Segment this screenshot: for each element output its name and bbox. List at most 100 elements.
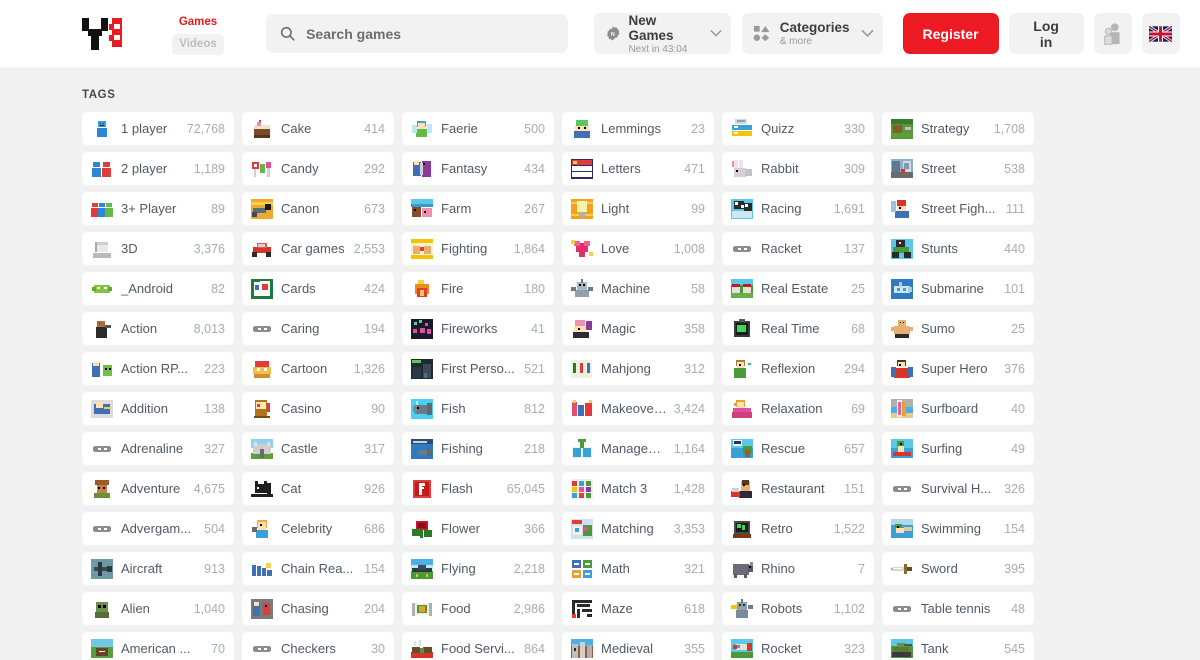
categories-dropdown[interactable]: Categories & more — [741, 13, 883, 54]
categories-sublabel: & more — [779, 36, 812, 47]
tag-item[interactable]: Checkers 30 — [242, 632, 394, 660]
tag-item[interactable]: Fantasy 434 — [402, 152, 554, 185]
tag-item[interactable]: Magic 358 — [562, 312, 714, 345]
tag-item[interactable]: Alien 1,040 — [82, 592, 234, 625]
tag-item[interactable]: Relaxation 69 — [722, 392, 874, 425]
tag-item[interactable]: Adventure 4,675 — [82, 472, 234, 505]
tag-item[interactable]: Action 8,013 — [82, 312, 234, 345]
tag-item[interactable]: American ... 70 — [82, 632, 234, 660]
tag-item[interactable]: Stunts 440 — [882, 232, 1034, 265]
tag-item[interactable]: Racket 137 — [722, 232, 874, 265]
tag-item[interactable]: Sumo 25 — [882, 312, 1034, 345]
tag-item[interactable]: Letters 471 — [562, 152, 714, 185]
new-games-dropdown[interactable]: N New Games Next in 43:04 — [593, 13, 731, 55]
tag-item[interactable]: Flying 2,218 — [402, 552, 554, 585]
tag-item[interactable]: 1 player 72,768 — [82, 112, 234, 145]
tag-item[interactable]: 3D 3,376 — [82, 232, 234, 265]
tag-item[interactable]: Maze 618 — [562, 592, 714, 625]
tag-item[interactable]: Food 2,986 — [402, 592, 554, 625]
tag-item[interactable]: Racing 1,691 — [722, 192, 874, 225]
tag-item[interactable]: Street 538 — [882, 152, 1034, 185]
tag-item[interactable]: Casino 90 — [242, 392, 394, 425]
tag-item[interactable]: Aircraft 913 — [82, 552, 234, 585]
tag-item[interactable]: Matching 3,353 — [562, 512, 714, 545]
tag-item[interactable]: Math 321 — [562, 552, 714, 585]
tag-item[interactable]: Action RP... 223 — [82, 352, 234, 385]
tag-item[interactable]: Surfing 49 — [882, 432, 1034, 465]
tag-item[interactable]: Cartoon 1,326 — [242, 352, 394, 385]
tag-item[interactable]: _Android 82 — [82, 272, 234, 305]
tag-item[interactable]: Strategy 1,708 — [882, 112, 1034, 145]
tag-item[interactable]: Quizz 330 — [722, 112, 874, 145]
tag-item[interactable]: Cake 414 — [242, 112, 394, 145]
tag-item[interactable]: Adrenaline 327 — [82, 432, 234, 465]
search-box[interactable] — [266, 14, 568, 53]
tag-item[interactable]: Swimming 154 — [882, 512, 1034, 545]
tag-item[interactable]: Machine 58 — [562, 272, 714, 305]
tag-item[interactable]: Chasing 204 — [242, 592, 394, 625]
tag-item[interactable]: Love 1,008 — [562, 232, 714, 265]
language-button[interactable] — [1141, 13, 1180, 54]
register-button[interactable]: Register — [902, 13, 999, 54]
mode-games-button[interactable]: Games — [171, 12, 225, 33]
tag-item[interactable]: Addition 138 — [82, 392, 234, 425]
tag-item[interactable]: Real Estate 25 — [722, 272, 874, 305]
tag-item[interactable]: Caring 194 — [242, 312, 394, 345]
tag-item[interactable]: Restaurant 151 — [722, 472, 874, 505]
tag-item[interactable]: 3+ Player 89 — [82, 192, 234, 225]
tag-item[interactable]: Medieval 355 — [562, 632, 714, 660]
tag-item[interactable]: Makeover ... 3,424 — [562, 392, 714, 425]
tag-item[interactable]: Table tennis 48 — [882, 592, 1034, 625]
tag-item[interactable]: 2 player 1,189 — [82, 152, 234, 185]
tag-item[interactable]: Food Servi... 864 — [402, 632, 554, 660]
tag-item[interactable]: Farm 267 — [402, 192, 554, 225]
medieval-icon — [569, 638, 595, 659]
y8-logo[interactable] — [82, 16, 164, 52]
tag-item[interactable]: Robots 1,102 — [722, 592, 874, 625]
tag-item[interactable]: Fishing 218 — [402, 432, 554, 465]
tag-item[interactable]: Sword 395 — [882, 552, 1034, 585]
tag-item[interactable]: Lemmings 23 — [562, 112, 714, 145]
mode-videos-button[interactable]: Videos — [171, 34, 225, 55]
tag-item[interactable]: Advergam... 504 — [82, 512, 234, 545]
login-button[interactable]: Log in — [1008, 13, 1084, 54]
tag-item[interactable]: Tank 545 — [882, 632, 1034, 660]
tag-item[interactable]: Cards 424 — [242, 272, 394, 305]
tag-item[interactable]: Chain Rea... 154 — [242, 552, 394, 585]
tag-item[interactable]: First Perso... 521 — [402, 352, 554, 385]
tag-item[interactable]: Celebrity 686 — [242, 512, 394, 545]
tag-item[interactable]: Flower 366 — [402, 512, 554, 545]
tag-item[interactable]: Faerie 500 — [402, 112, 554, 145]
tag-item[interactable]: Reflexion 294 — [722, 352, 874, 385]
site-header: Games Videos N New Games Next in 43:04 — [0, 0, 1200, 67]
tag-item[interactable]: Rocket 323 — [722, 632, 874, 660]
tag-item[interactable]: Cat 926 — [242, 472, 394, 505]
tag-item[interactable]: Car games 2,553 — [242, 232, 394, 265]
tag-item[interactable]: Candy 292 — [242, 152, 394, 185]
tag-label: Mahjong — [601, 360, 651, 376]
tag-item[interactable]: Surfboard 40 — [882, 392, 1034, 425]
tag-item[interactable]: Fighting 1,864 — [402, 232, 554, 265]
tag-item[interactable]: Super Hero 376 — [882, 352, 1034, 385]
tag-item[interactable]: Submarine 101 — [882, 272, 1034, 305]
tag-item[interactable]: Rabbit 309 — [722, 152, 874, 185]
tag-item[interactable]: Fireworks 41 — [402, 312, 554, 345]
tag-item[interactable]: Managem... 1,164 — [562, 432, 714, 465]
tag-item[interactable]: Street Figh... 111 — [882, 192, 1034, 225]
tag-item[interactable]: Flash 65,045 — [402, 472, 554, 505]
tag-label: Maze — [601, 600, 633, 616]
tag-item[interactable]: Mahjong 312 — [562, 352, 714, 385]
tag-item[interactable]: Retro 1,522 — [722, 512, 874, 545]
tag-item[interactable]: Real Time 68 — [722, 312, 874, 345]
search-input[interactable] — [306, 25, 554, 42]
tag-item[interactable]: Castle 317 — [242, 432, 394, 465]
tag-item[interactable]: Rescue 657 — [722, 432, 874, 465]
tag-item[interactable]: Survival H... 326 — [882, 472, 1034, 505]
tag-item[interactable]: Rhino 7 — [722, 552, 874, 585]
avatar-button[interactable] — [1093, 13, 1132, 54]
tag-item[interactable]: Match 3 1,428 — [562, 472, 714, 505]
tag-item[interactable]: Canon 673 — [242, 192, 394, 225]
tag-item[interactable]: Fish 812 — [402, 392, 554, 425]
tag-item[interactable]: Fire 180 — [402, 272, 554, 305]
tag-item[interactable]: Light 99 — [562, 192, 714, 225]
